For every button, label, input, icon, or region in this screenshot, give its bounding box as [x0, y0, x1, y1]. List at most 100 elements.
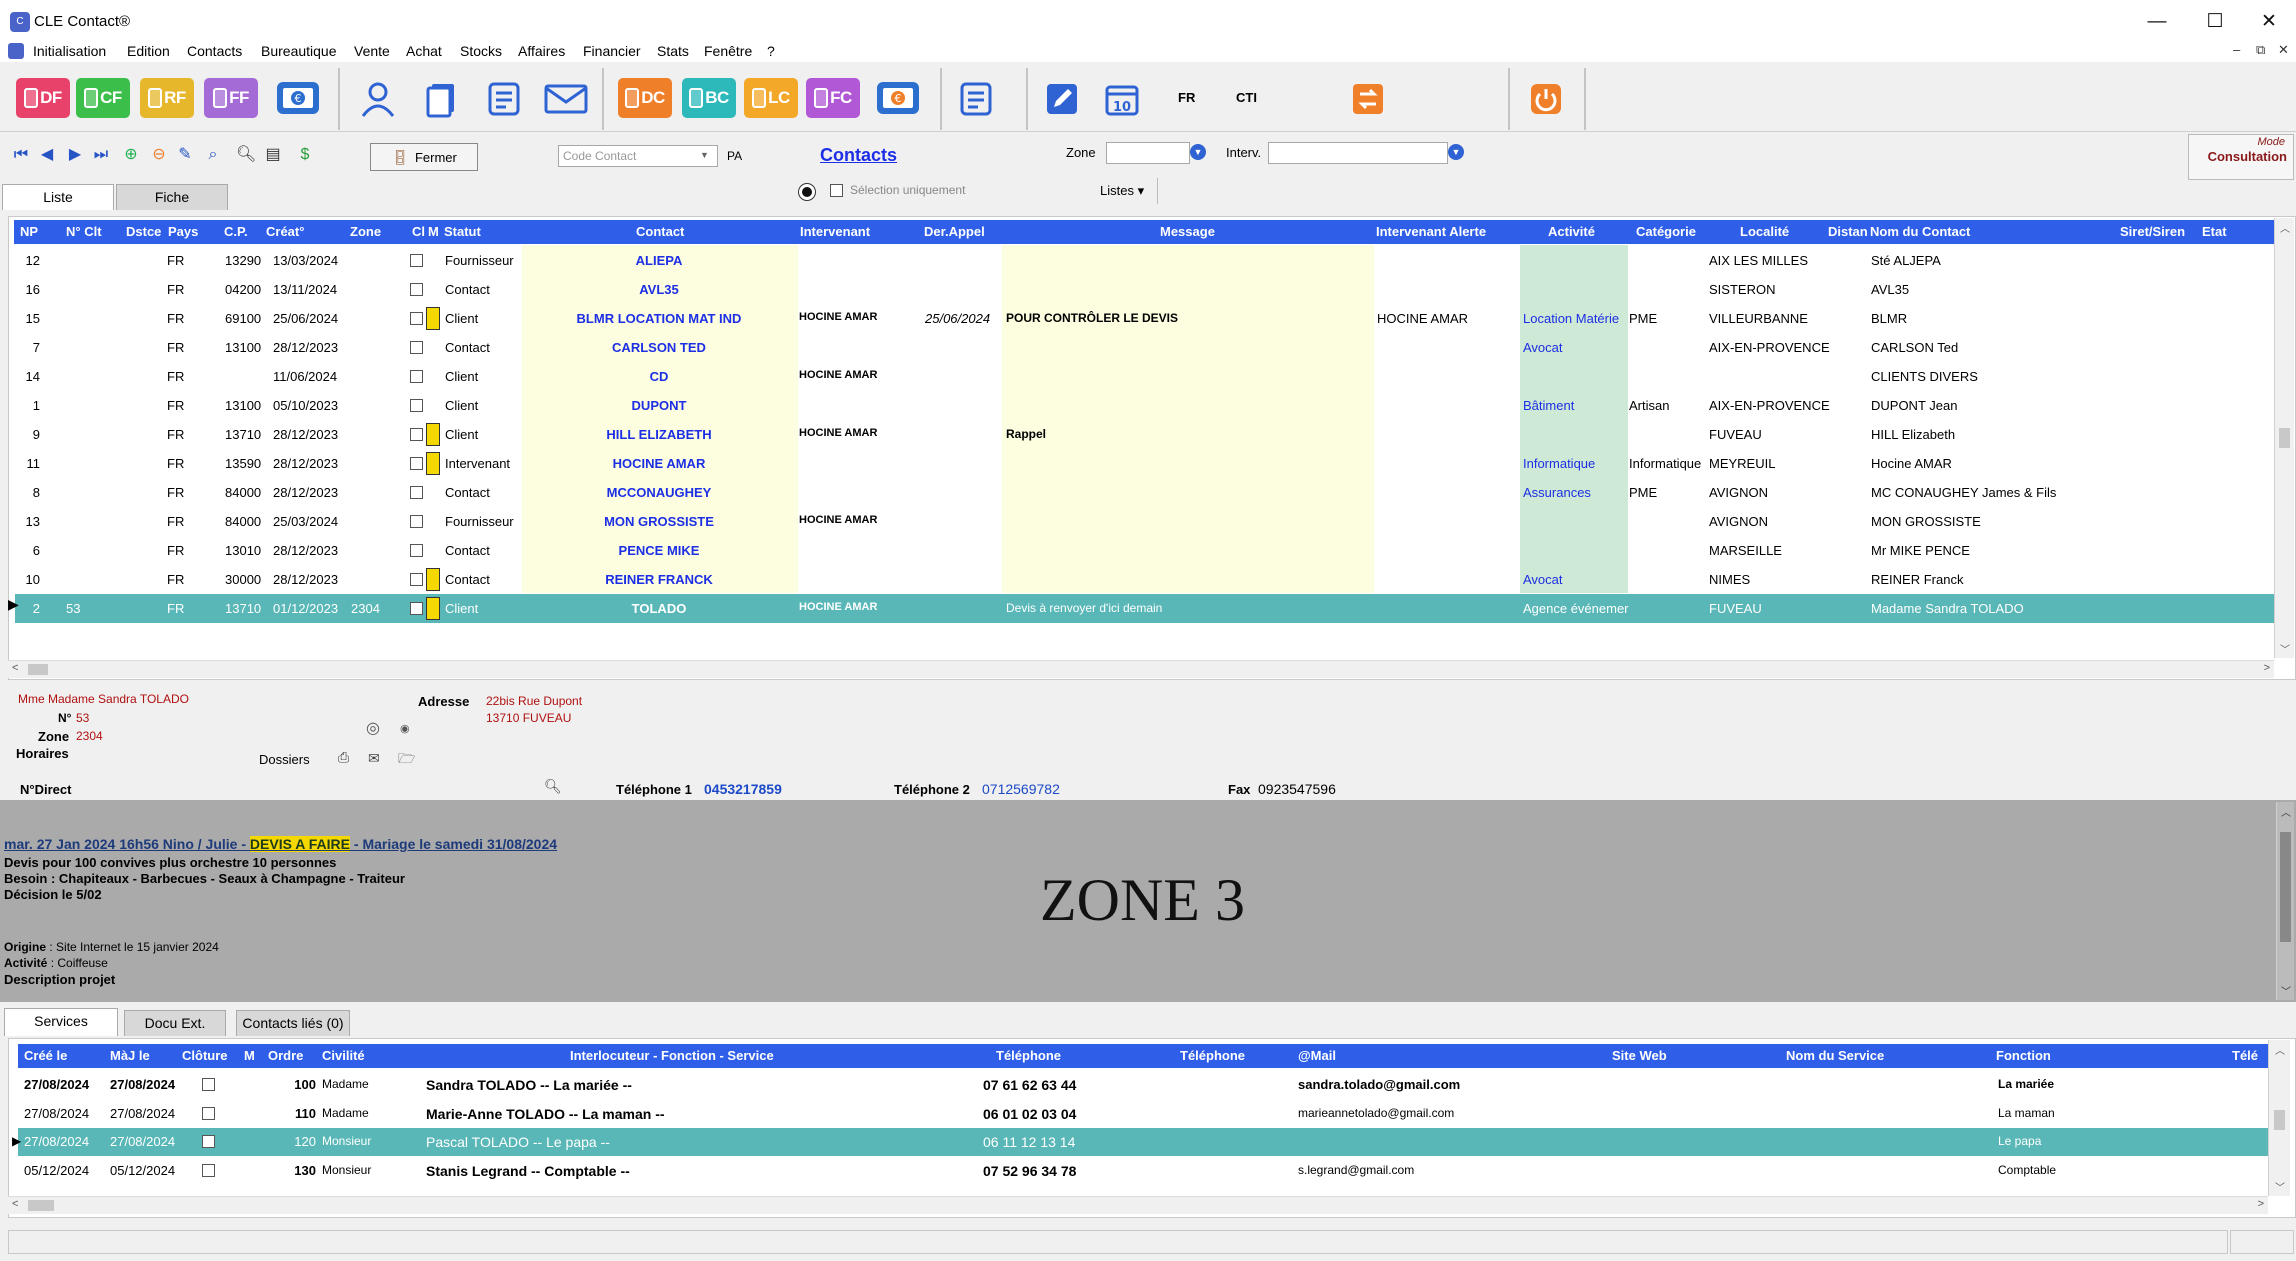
- table-row[interactable]: 2 53 FR 13710 01/12/2023 2304 Client HOCINE AMA…: [15, 594, 2274, 623]
- cell-contact[interactable]: ALIEPA: [521, 253, 797, 268]
- col-fonction[interactable]: Fonction: [1996, 1048, 2051, 1063]
- col-message[interactable]: Message: [1160, 224, 1215, 239]
- table-row[interactable]: 6 FR 13010 28/12/2023 Contact MARSEILLE Mr MIK…: [15, 536, 2274, 565]
- cell-contact[interactable]: HILL ELIZABETH: [521, 427, 797, 442]
- edit-icon[interactable]: ✎: [176, 146, 194, 164]
- search-record-icon[interactable]: ⌕: [204, 146, 222, 164]
- cell-contact[interactable]: BLMR LOCATION MAT IND: [521, 311, 797, 326]
- row-checkbox[interactable]: [410, 341, 423, 354]
- col-categorie[interactable]: Catégorie: [1636, 224, 1696, 239]
- cloture-checkbox[interactable]: [202, 1135, 215, 1148]
- payment-out-icon[interactable]: €: [876, 78, 920, 120]
- col-ordre[interactable]: Ordre: [268, 1048, 303, 1063]
- close-button[interactable]: ✕: [2254, 8, 2284, 36]
- printer-icon[interactable]: ⎙: [338, 749, 349, 766]
- col-pays[interactable]: Pays: [168, 224, 198, 239]
- cell-contact[interactable]: PENCE MIKE: [521, 543, 797, 558]
- tab-contacts-lies[interactable]: Contacts liés (0): [236, 1010, 350, 1036]
- col-activite[interactable]: Activité: [1548, 224, 1595, 239]
- zone-dropdown-icon[interactable]: ▼: [1190, 144, 1206, 160]
- row-checkbox[interactable]: [410, 486, 423, 499]
- note-icon[interactable]: [426, 597, 440, 620]
- menu-edition[interactable]: Edition: [127, 42, 170, 60]
- cell-contact[interactable]: AVL35: [521, 282, 797, 297]
- row-checkbox[interactable]: [410, 544, 423, 557]
- table-row[interactable]: 14 FR 11/06/2024 Client HOCINE AMAR CLIENTS D…: [15, 362, 2274, 391]
- envelope-icon[interactable]: ✉: [368, 750, 380, 767]
- documents-icon[interactable]: [420, 78, 464, 120]
- person-icon[interactable]: [356, 78, 400, 120]
- radio-button[interactable]: [798, 183, 816, 201]
- list-item[interactable]: 27/08/2024 27/08/2024 110 Madame Marie-Anne …: [18, 1100, 2268, 1128]
- cell-contact[interactable]: MON GROSSISTE: [521, 514, 797, 529]
- transfer-icon[interactable]: [1346, 78, 1390, 120]
- col-intervenant-alerte[interactable]: Intervenant Alerte: [1376, 224, 1486, 239]
- grid-vertical-scrollbar[interactable]: ︿ ﹀: [2274, 218, 2294, 658]
- menu-initialisation[interactable]: Initialisation: [33, 42, 106, 60]
- col-siret[interactable]: Siret/Siren: [2120, 224, 2185, 239]
- row-checkbox[interactable]: [410, 428, 423, 441]
- col-localite[interactable]: Localité: [1740, 224, 1789, 239]
- mdi-minimize-button[interactable]: –: [2233, 42, 2240, 57]
- col-telephone1[interactable]: Téléphone: [996, 1048, 1061, 1063]
- table-row[interactable]: 16 FR 04200 13/11/2024 Contact SISTERON AVL35 A…: [15, 275, 2274, 304]
- note-icon[interactable]: [426, 452, 440, 475]
- row-checkbox[interactable]: [410, 399, 423, 412]
- col-telephone3[interactable]: Télé: [2232, 1048, 2258, 1063]
- col-m2[interactable]: M: [244, 1048, 255, 1063]
- interv-input[interactable]: [1268, 142, 1448, 164]
- col-mail[interactable]: @Mail: [1298, 1048, 1336, 1063]
- col-cp[interactable]: C.P.: [224, 224, 248, 239]
- cloture-checkbox[interactable]: [202, 1078, 215, 1091]
- notes-icon[interactable]: [482, 78, 526, 120]
- services-horizontal-scrollbar[interactable]: < >: [8, 1196, 2268, 1214]
- interv-dropdown-icon[interactable]: ▼: [1448, 144, 1464, 160]
- col-interlocuteur[interactable]: Interlocuteur - Fonction - Service: [570, 1048, 774, 1063]
- folder-icon[interactable]: 🗁︎: [398, 748, 415, 772]
- document-search-icon[interactable]: 🔍︎: [544, 778, 562, 795]
- df-button[interactable]: DF: [16, 78, 70, 118]
- chevron-down-icon[interactable]: ▼: [700, 150, 709, 160]
- list-item[interactable]: 05/12/2024 05/12/2024 130 Monsieur Stanis Le…: [18, 1157, 2268, 1185]
- cell-contact[interactable]: TOLADO: [521, 601, 797, 616]
- tab-liste[interactable]: Liste: [2, 184, 114, 210]
- table-row[interactable]: 10 FR 30000 28/12/2023 Contact Avocat NIMES REI…: [15, 565, 2274, 594]
- menu-stats[interactable]: Stats: [657, 42, 689, 60]
- col-distance[interactable]: Distan: [1828, 224, 1868, 239]
- row-checkbox[interactable]: [410, 602, 423, 615]
- col-nom-service[interactable]: Nom du Service: [1786, 1048, 1884, 1063]
- col-cree[interactable]: Créé le: [24, 1048, 67, 1063]
- col-siteweb[interactable]: Site Web: [1612, 1048, 1667, 1063]
- col-cloture[interactable]: Clôture: [182, 1048, 228, 1063]
- tel1-value[interactable]: 0453217859: [704, 781, 782, 797]
- power-icon[interactable]: [1524, 78, 1568, 120]
- col-m[interactable]: M: [428, 224, 439, 239]
- col-creat[interactable]: Créat°: [266, 224, 304, 239]
- lc-button[interactable]: LC: [744, 78, 798, 118]
- previous-record-icon[interactable]: ◀: [38, 146, 56, 164]
- money-icon[interactable]: $: [296, 146, 314, 164]
- menu-achat[interactable]: Achat: [406, 42, 442, 60]
- code-contact-combo[interactable]: Code Contact: [558, 145, 718, 167]
- col-nclt[interactable]: N° Clt: [66, 224, 102, 239]
- note-icon[interactable]: [426, 568, 440, 591]
- menu-fenetre[interactable]: Fenêtre: [704, 42, 752, 60]
- table-row[interactable]: 13 FR 84000 25/03/2024 Fournisseur HOCINE AMA…: [15, 507, 2274, 536]
- tab-fiche[interactable]: Fiche: [116, 184, 228, 210]
- menu-affaires[interactable]: Affaires: [518, 42, 565, 60]
- col-maj[interactable]: MàJ le: [110, 1048, 150, 1063]
- row-checkbox[interactable]: [410, 573, 423, 586]
- selection-checkbox[interactable]: [830, 184, 843, 197]
- edit-calendar-icon[interactable]: [1040, 78, 1084, 120]
- row-checkbox[interactable]: [410, 370, 423, 383]
- col-cl[interactable]: Cl: [412, 224, 425, 239]
- rf-button[interactable]: RF: [140, 78, 194, 118]
- sound-icon[interactable]: ◉: [400, 722, 410, 735]
- notes-scrollbar[interactable]: ︿ ﹀: [2276, 802, 2294, 1000]
- table-row[interactable]: 12 FR 13290 13/03/2024 Fournisseur AIX LES MI…: [15, 246, 2274, 275]
- tel2-value[interactable]: 0712569782: [982, 781, 1060, 797]
- table-row[interactable]: 9 FR 13710 28/12/2023 Client HOCINE AMAR Rappe…: [15, 420, 2274, 449]
- grid-horizontal-scrollbar[interactable]: < >: [8, 660, 2274, 678]
- export-icon[interactable]: ▤: [264, 146, 282, 164]
- note-icon[interactable]: [426, 423, 440, 446]
